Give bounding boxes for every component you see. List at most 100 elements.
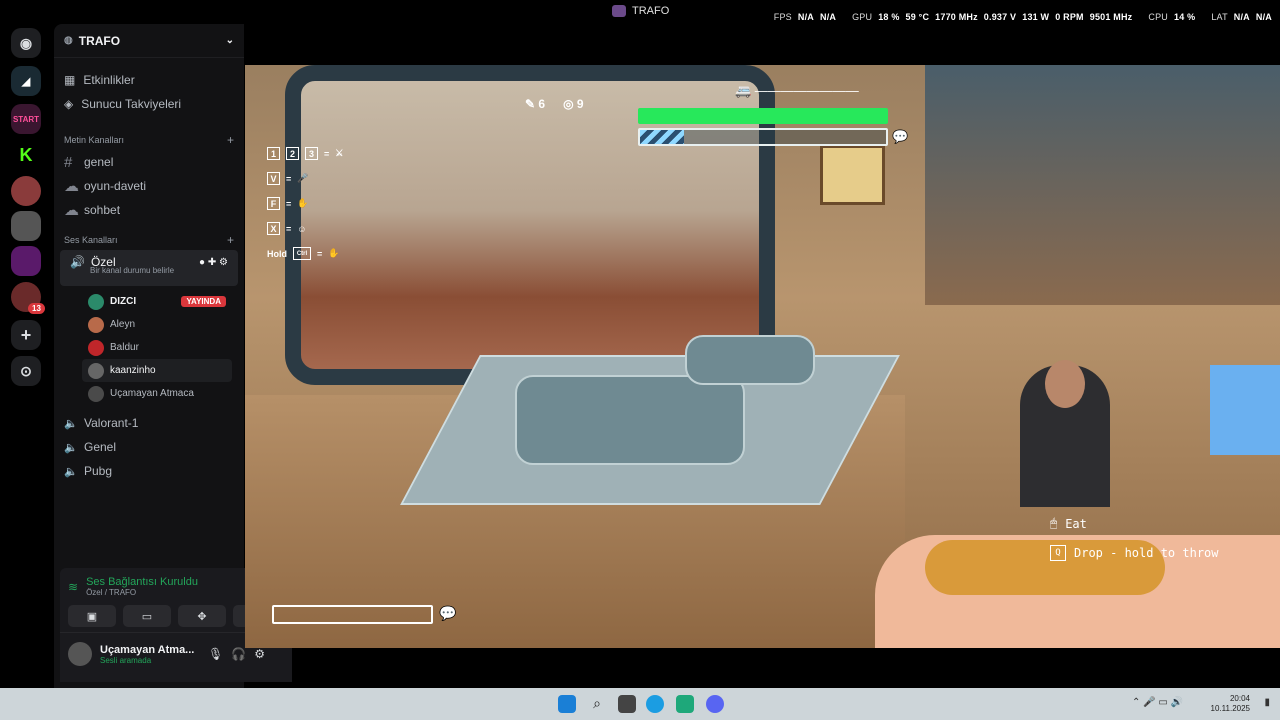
- health-bar: [638, 108, 888, 124]
- clock[interactable]: 20:04 10.11.2025: [1211, 694, 1250, 714]
- edge-icon[interactable]: [646, 695, 664, 713]
- avatar: [88, 316, 104, 333]
- voice-user[interactable]: DIZCI YAYINDA: [82, 290, 232, 313]
- stream-view[interactable]: ✎ 6 ◎ 9 🚐 ———————— 💬 123 = ⚔ V = 🎤 F = ✋…: [245, 65, 1280, 648]
- task-view-icon[interactable]: [618, 695, 636, 713]
- microphone-icon[interactable]: 🎙: [208, 647, 223, 661]
- voice-user[interactable]: Aleyn: [82, 313, 232, 336]
- live-badge: YAYINDA: [181, 296, 226, 307]
- add-channel-icon[interactable]: +: [227, 133, 234, 147]
- camera-off-button[interactable]: ▣: [68, 605, 116, 627]
- count-value: 9: [576, 97, 584, 111]
- signal-icon[interactable]: ≋: [68, 580, 78, 594]
- forum-icon: ☁: [64, 178, 79, 195]
- windows-start-icon[interactable]: [558, 695, 576, 713]
- key-box: F: [267, 197, 280, 210]
- hand-icon: ✋: [328, 248, 340, 258]
- kick-server-icon[interactable]: K: [11, 140, 41, 170]
- notification-badge: 13: [28, 303, 45, 314]
- avatar[interactable]: [68, 642, 92, 666]
- gpu-label: GPU: [852, 12, 873, 22]
- channel-oyun-daveti[interactable]: ☁ oyun-daveti: [54, 174, 244, 198]
- fps-value: N/A: [797, 12, 814, 22]
- avatar: [88, 339, 104, 356]
- tray-icons[interactable]: ⌃ 🎤 ▭ 🔊: [1132, 697, 1183, 708]
- count-value: 6: [538, 97, 546, 111]
- server-icon[interactable]: ◢: [11, 66, 41, 96]
- server-icon[interactable]: [11, 176, 41, 206]
- activities-button[interactable]: ✥: [178, 605, 226, 627]
- key-box: 2: [286, 147, 299, 160]
- settings-gear-icon[interactable]: ⚙: [254, 647, 265, 661]
- channel-label: sohbet: [84, 203, 121, 217]
- fps-value-2: N/A: [820, 12, 837, 22]
- voice-location: Özel / TRAFO: [86, 588, 137, 597]
- user-name: DIZCI: [110, 296, 137, 307]
- server-icon[interactable]: START: [11, 104, 41, 134]
- boost-icon: ◈: [64, 97, 74, 111]
- events-label: Etkinlikler: [83, 73, 135, 87]
- discord-home-icon[interactable]: ◉: [11, 28, 41, 58]
- gpu-volt: 0.937 V: [983, 12, 1017, 22]
- active-voice-channel[interactable]: 🔊 Özel ● ✚ ⚙ Bir kanal durumu belirle: [60, 250, 238, 286]
- key-box: X: [267, 222, 280, 235]
- sink-basin: [515, 375, 745, 465]
- gpu-power: 131 W: [1022, 12, 1050, 22]
- category-label: Metin Kanalları: [64, 135, 125, 145]
- mic-icon: 🎤: [297, 173, 309, 183]
- server-name: TRAFO: [78, 33, 121, 48]
- gpu-mem-clock: 9501 MHz: [1089, 12, 1133, 22]
- boosts-label: Sunucu Takviyeleri: [81, 97, 182, 111]
- events-item[interactable]: ▦ Etkinlikler: [54, 68, 244, 92]
- headphones-icon[interactable]: 🎧: [231, 647, 246, 661]
- screen-share-button[interactable]: ▭: [123, 605, 171, 627]
- text-category[interactable]: Metin Kanalları +: [54, 130, 244, 150]
- speaker-icon: 🔈: [64, 441, 78, 454]
- notification-icon[interactable]: ▮: [1264, 697, 1270, 708]
- discover-icon[interactable]: ⊙: [11, 356, 41, 386]
- voice-category[interactable]: Ses Kanalları +: [54, 230, 244, 250]
- channel-label: genel: [84, 155, 114, 169]
- discord-icon[interactable]: [706, 695, 724, 713]
- stamina-bar: [638, 128, 888, 146]
- app-icon[interactable]: [676, 695, 694, 713]
- channel-sohbet[interactable]: ☁ sohbet: [54, 198, 244, 222]
- lat-value-2: N/A: [1255, 12, 1272, 22]
- voice-channel-pubg[interactable]: 🔈 Pubg: [54, 459, 244, 483]
- hint-eat: 🖱 Eat: [1050, 516, 1087, 531]
- forum-icon: ☁: [64, 202, 79, 219]
- back-scene: [925, 65, 1280, 305]
- game-chat-input[interactable]: [272, 605, 433, 624]
- top-bar: TRAFO FPS N/A N/A GPU 18 % 59 °C 1770 MH…: [0, 0, 1280, 24]
- boosts-item[interactable]: ◈ Sunucu Takviyeleri: [54, 92, 244, 116]
- inventory-counts: ✎ 6 ◎ 9: [525, 97, 584, 111]
- voice-user[interactable]: Uçamayan Atmaca: [82, 382, 232, 405]
- avatar: [88, 385, 104, 402]
- search-icon[interactable]: ⌕: [588, 695, 606, 713]
- server-guild-icon: ◍: [64, 35, 73, 46]
- server-icon[interactable]: [11, 246, 41, 276]
- add-server-icon[interactable]: +: [11, 320, 41, 350]
- voice-channel-genel[interactable]: 🔈 Genel: [54, 435, 244, 459]
- user-name: kaanzinho: [110, 365, 156, 376]
- server-icon[interactable]: [11, 211, 41, 241]
- performance-overlay: FPS N/A N/A GPU 18 % 59 °C 1770 MHz 0.93…: [774, 12, 1272, 22]
- voice-channel-valorant[interactable]: 🔈 Valorant-1: [54, 411, 244, 435]
- channel-label: Genel: [84, 440, 117, 454]
- voice-user[interactable]: kaanzinho: [82, 359, 232, 382]
- server-header[interactable]: ◍ TRAFO ⌄: [54, 24, 244, 58]
- clock-time: 20:04: [1229, 694, 1250, 703]
- add-channel-icon[interactable]: +: [227, 233, 234, 247]
- chat-icon[interactable]: ● ✚ ⚙: [199, 257, 228, 268]
- user-name: Aleyn: [110, 319, 136, 330]
- key-box: 3: [305, 147, 318, 160]
- speaker-icon: 🔈: [64, 417, 78, 430]
- hold-label: Hold: [267, 248, 287, 259]
- voice-user[interactable]: Baldur: [82, 336, 232, 359]
- channel-genel[interactable]: # genel: [54, 150, 244, 174]
- key-box: Ctrl: [293, 247, 311, 260]
- avatar: [88, 293, 104, 310]
- van-icon: 🚐 ————————: [735, 83, 859, 98]
- lat-value: N/A: [1233, 12, 1250, 22]
- clock-date: 10.11.2025: [1210, 704, 1250, 713]
